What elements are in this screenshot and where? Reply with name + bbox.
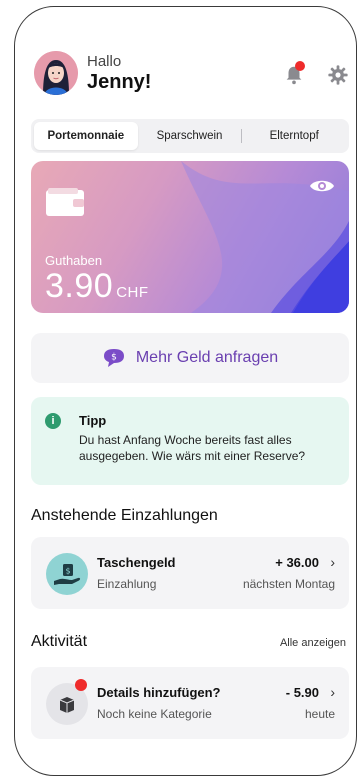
avatar[interactable]	[34, 51, 78, 95]
tab-sparschwein[interactable]: Sparschwein	[138, 122, 242, 150]
hand-money-icon: $	[46, 553, 88, 595]
info-icon: i	[45, 413, 61, 429]
balance-currency: CHF	[116, 284, 149, 301]
tab-portemonnaie[interactable]: Portemonnaie	[34, 122, 138, 150]
svg-text:$: $	[111, 353, 117, 363]
chat-coin-icon: $	[103, 349, 124, 367]
user-name: Jenny!	[87, 71, 152, 93]
activity-section-title: Aktivität	[31, 633, 88, 650]
activity-item-amount: - 5.90	[285, 685, 319, 700]
wallet-tabs: Portemonnaie Sparschwein Elterntopf	[31, 119, 349, 153]
request-money-button[interactable]: $ Mehr Geld anfragen	[31, 333, 349, 383]
wallet-icon	[46, 188, 84, 216]
upcoming-item[interactable]: $ Taschengeld Einzahlung + 36.00 › nächs…	[31, 537, 349, 609]
balance-label: Guthaben	[45, 253, 103, 268]
greeting-text: Hallo	[87, 53, 122, 70]
header: Hallo Jenny!	[31, 47, 349, 99]
upcoming-section-title: Anstehende Einzahlungen	[31, 507, 218, 524]
notification-dot	[295, 61, 305, 71]
balance-card[interactable]: Guthaben 3.90 CHF	[31, 161, 349, 313]
balance-value: 3.90	[45, 267, 114, 305]
activity-notification-dot	[75, 679, 87, 691]
activity-item-subtitle: Noch keine Kategorie	[97, 707, 212, 721]
upcoming-item-amount: + 36.00	[275, 555, 319, 570]
see-all-link[interactable]: Alle anzeigen	[280, 637, 346, 649]
balance-amount: 3.90 CHF	[45, 267, 149, 306]
phone-frame: Hallo Jenny! Portemonnaie Sparschwein El…	[14, 6, 357, 776]
upcoming-item-date: nächsten Montag	[242, 577, 335, 591]
chevron-right-icon: ›	[330, 684, 335, 700]
activity-item-title: Details hinzufügen?	[97, 685, 221, 700]
user-avatar-icon	[34, 51, 78, 95]
activity-item[interactable]: Details hinzufügen? Noch keine Kategorie…	[31, 667, 349, 739]
activity-item-date: heute	[304, 707, 335, 721]
tip-title: Tipp	[79, 413, 107, 428]
eye-icon[interactable]	[309, 177, 335, 195]
tip-card: i Tipp Du hast Anfang Woche bereits fast…	[31, 397, 349, 485]
svg-text:$: $	[65, 567, 70, 576]
upcoming-item-subtitle: Einzahlung	[97, 577, 157, 591]
chevron-right-icon: ›	[330, 554, 335, 570]
tip-text: Du hast Anfang Woche bereits fast alles …	[79, 433, 306, 463]
gear-icon[interactable]	[327, 64, 349, 86]
request-money-label: Mehr Geld anfragen	[135, 349, 279, 366]
tab-elterntopf[interactable]: Elterntopf	[242, 122, 346, 150]
upcoming-item-title: Taschengeld	[97, 555, 176, 570]
